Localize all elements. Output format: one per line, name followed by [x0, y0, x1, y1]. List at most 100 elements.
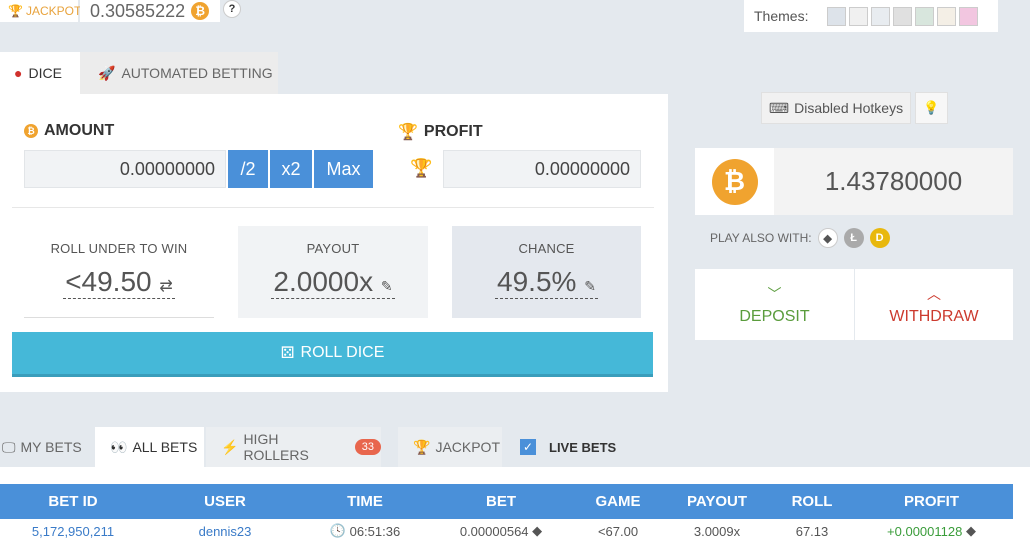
theme-swatch[interactable]	[937, 6, 957, 26]
half-button[interactable]: /2	[228, 150, 268, 188]
game-cell: <67.00	[597, 523, 639, 539]
chevron-up-icon: ︿	[927, 285, 941, 302]
chance-value-wrap[interactable]: 49.5% ✎	[495, 266, 598, 299]
deposit-button[interactable]: ﹀ DEPOSIT	[695, 269, 854, 340]
header-profit[interactable]: PROFIT	[850, 484, 1013, 519]
tab-high-rollers[interactable]: ⚡ HIGH ROLLERS 33	[206, 427, 381, 467]
bet-cell: 0.00000564 ◆	[426, 522, 576, 540]
bitcoin-icon: ₿	[711, 158, 758, 205]
withdraw-button[interactable]: ︿ WITHDRAW	[855, 269, 1013, 340]
high-rollers-badge: 33	[354, 439, 381, 455]
balance-coin: ₿	[695, 148, 774, 215]
roll-under-value: <49.50	[65, 266, 152, 297]
table-header: BET ID USER TIME BET GAME PAYOUT ROLL PR…	[0, 484, 1013, 519]
ethereum-icon[interactable]: ◆	[817, 228, 838, 248]
amount-title-text: AMOUNT	[44, 122, 115, 139]
bet-id-link[interactable]: 5,172,950,211	[0, 522, 146, 540]
double-button[interactable]: x2	[270, 150, 312, 188]
payout-cell: 3.0009x	[693, 523, 741, 539]
checkbox-checked-icon[interactable]: ✓	[520, 439, 536, 455]
header-time[interactable]: TIME	[304, 484, 426, 519]
theme-swatch[interactable]	[893, 6, 913, 26]
max-button[interactable]: Max	[314, 150, 373, 188]
withdraw-label: WITHDRAW	[889, 307, 979, 325]
dogecoin-icon[interactable]: D	[869, 228, 890, 248]
payout-label: PAYOUT	[306, 241, 360, 256]
chance-stat[interactable]: CHANCE 49.5% ✎	[452, 226, 641, 318]
profit-cell: +0.00001128 ◆	[850, 522, 1013, 540]
themes-selector: Themes:	[744, 0, 998, 32]
theme-swatch[interactable]	[959, 6, 979, 26]
help-button[interactable]: ?	[223, 0, 241, 18]
trophy-icon: 🏆	[413, 438, 431, 455]
chevron-down-icon: ﹀	[767, 285, 782, 302]
ethereum-icon: ◆	[528, 523, 543, 538]
amount-title: ₿ AMOUNT	[24, 122, 114, 140]
dice-icon: ⚄	[280, 345, 295, 362]
roll-under-value-wrap[interactable]: <49.50 ⇄	[63, 266, 175, 299]
header-game[interactable]: GAME	[576, 484, 660, 519]
theme-swatch[interactable]	[849, 6, 869, 26]
deposit-label: DEPOSIT	[739, 307, 810, 325]
play-also-label: PLAY ALSO WITH:	[710, 231, 812, 245]
binoculars-icon: 👀	[110, 438, 128, 455]
litecoin-icon[interactable]: Ł	[843, 228, 864, 248]
tab-jackpot-label: JACKPOT	[435, 439, 501, 455]
chance-value: 49.5%	[497, 266, 577, 297]
play-also-with: PLAY ALSO WITH: ◆ Ł D	[710, 228, 890, 248]
trophy-icon: 🏆	[410, 158, 433, 178]
live-bets-toggle[interactable]: ✓ LIVE BETS	[520, 427, 620, 467]
jackpot-label: JACKPOT	[25, 4, 82, 18]
roll-dice-label: ROLL DICE	[300, 344, 385, 361]
trophy-icon: 🏆	[398, 124, 418, 141]
payout-value: 2.0000x	[273, 266, 374, 297]
monitor-icon: 🖵	[2, 438, 16, 455]
hotkeys-label: Disabled Hotkeys	[794, 100, 904, 116]
header-payout[interactable]: PAYOUT	[660, 484, 774, 519]
jackpot-value: 0.30585222	[90, 0, 186, 21]
roll-under-stat[interactable]: ROLL UNDER TO WIN <49.50 ⇄	[24, 226, 214, 318]
time-value: 06:51:36	[349, 523, 401, 539]
rocket-icon: 🚀	[98, 64, 116, 81]
roll-dice-button[interactable]: ⚄ ROLL DICE	[12, 332, 653, 377]
themes-label: Themes:	[754, 8, 809, 24]
bitcoin-icon: ₿	[24, 124, 38, 138]
payout-value-wrap[interactable]: 2.0000x ✎	[271, 266, 395, 299]
tab-dice[interactable]: ● DICE	[0, 52, 80, 94]
bet-value: 0.00000564	[459, 523, 529, 539]
hotkeys-button[interactable]: ⌨ Disabled Hotkeys	[761, 92, 911, 124]
swap-icon: ⇄	[159, 278, 173, 295]
jackpot-label-box: 🏆 JACKPOT	[0, 0, 82, 22]
header-roll[interactable]: ROLL	[774, 484, 850, 519]
amount-input[interactable]: 0.00000000	[24, 150, 226, 188]
ethereum-icon: ◆	[962, 523, 976, 538]
keyboard-icon: ⌨	[768, 99, 790, 116]
header-bet[interactable]: BET	[426, 484, 576, 519]
user-link[interactable]: dennis23	[146, 522, 304, 540]
tab-automated-betting[interactable]: 🚀 AUTOMATED BETTING	[80, 52, 278, 94]
live-bets-label: LIVE BETS	[549, 439, 617, 455]
profit-value: +0.00001128	[887, 523, 963, 539]
tab-jackpot[interactable]: 🏆 JACKPOT	[398, 427, 502, 467]
dice-icon: ●	[14, 65, 23, 81]
tab-high-rollers-label: HIGH ROLLERS	[243, 431, 309, 463]
theme-swatch[interactable]	[827, 6, 847, 26]
tab-my-bets[interactable]: 🖵 MY BETS	[0, 427, 95, 467]
trophy-icon: 🏆	[8, 4, 23, 18]
profit-title-text: PROFIT	[423, 123, 483, 140]
pencil-icon: ✎	[380, 278, 393, 294]
table-row: 5,172,950,211 dennis23 🕓 06:51:36 0.0000…	[0, 522, 1013, 540]
divider	[12, 207, 654, 208]
theme-swatch[interactable]	[871, 6, 891, 26]
time-cell: 🕓 06:51:36	[304, 522, 426, 540]
theme-swatch[interactable]	[915, 6, 935, 26]
header-bet-id[interactable]: BET ID	[0, 484, 146, 519]
tab-all-bets-label: ALL BETS	[132, 439, 198, 455]
header-user[interactable]: USER	[146, 484, 304, 519]
payout-stat[interactable]: PAYOUT 2.0000x ✎	[238, 226, 428, 318]
lightbulb-button[interactable]: 💡	[915, 92, 948, 124]
profit-input[interactable]: 0.00000000	[443, 150, 641, 188]
pencil-icon: ✎	[584, 278, 596, 294]
tab-all-bets[interactable]: 👀 ALL BETS	[95, 427, 204, 467]
balance-value: 1.43780000	[824, 166, 963, 196]
